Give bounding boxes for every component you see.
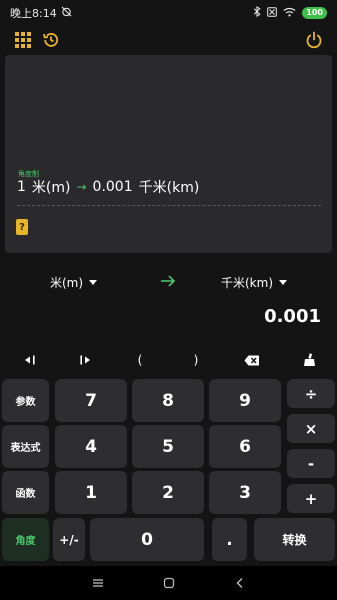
menu-nav-icon[interactable] bbox=[89, 574, 107, 592]
back-nav-icon[interactable] bbox=[231, 574, 249, 592]
digit-9-button[interactable]: 9 bbox=[209, 379, 281, 422]
divide-button[interactable]: ÷ bbox=[287, 379, 335, 408]
digit-5-button[interactable]: 5 bbox=[132, 425, 204, 468]
digit-0-button[interactable]: 0 bbox=[90, 518, 204, 561]
to-unit-dropdown[interactable]: 千米(km) bbox=[221, 274, 288, 291]
cursor-left-button[interactable] bbox=[15, 348, 45, 372]
help-button[interactable]: ? bbox=[16, 219, 28, 235]
bluetooth-icon bbox=[253, 5, 261, 20]
from-unit-dropdown[interactable]: 米(m) bbox=[50, 274, 98, 291]
divider bbox=[17, 205, 321, 206]
output-unit: 千米(km) bbox=[138, 180, 200, 196]
to-unit-label: 千米(km) bbox=[221, 275, 274, 290]
digit-1-button[interactable]: 1 bbox=[55, 471, 127, 514]
status-bar: 晚上8:14 100 bbox=[0, 0, 337, 26]
function-row: ( ) bbox=[0, 348, 337, 372]
cursor-right-button[interactable] bbox=[70, 348, 100, 372]
unit-selector-row: 米(m) 千米(km) bbox=[0, 268, 337, 296]
convert-button[interactable]: 转换 bbox=[254, 518, 335, 561]
input-unit: 米(m) bbox=[31, 180, 71, 196]
power-icon[interactable] bbox=[303, 29, 325, 51]
input-value: 1 bbox=[17, 179, 26, 195]
status-time: 晚上8:14 bbox=[10, 7, 57, 20]
system-nav-bar bbox=[0, 566, 337, 600]
history-icon[interactable] bbox=[40, 29, 62, 51]
output-value: 0.001 bbox=[92, 179, 133, 195]
digit-7-button[interactable]: 7 bbox=[55, 379, 127, 422]
top-toolbar bbox=[0, 28, 337, 52]
multiply-button[interactable]: × bbox=[287, 414, 335, 443]
angle-button[interactable]: 角度 bbox=[2, 518, 49, 561]
swap-arrow-icon[interactable] bbox=[160, 273, 176, 292]
digit-2-button[interactable]: 2 bbox=[132, 471, 204, 514]
conversion-expression: 1 米(m) → 0.001 千米(km) bbox=[17, 177, 199, 197]
digit-6-button[interactable]: 6 bbox=[209, 425, 281, 468]
sim-icon bbox=[267, 6, 278, 20]
plus-button[interactable]: + bbox=[287, 484, 335, 513]
digit-3-button[interactable]: 3 bbox=[209, 471, 281, 514]
backspace-button[interactable] bbox=[237, 348, 267, 372]
caret-down-icon bbox=[279, 279, 288, 285]
minus-button[interactable]: - bbox=[287, 449, 335, 478]
functions-button[interactable]: 函数 bbox=[2, 471, 49, 514]
wifi-icon bbox=[283, 7, 296, 20]
alarm-off-icon bbox=[61, 6, 72, 20]
result-value: 0.001 bbox=[264, 306, 321, 327]
from-unit-label: 米(m) bbox=[50, 275, 84, 290]
digit-4-button[interactable]: 4 bbox=[55, 425, 127, 468]
arrow-right-icon: → bbox=[76, 180, 87, 194]
decimal-point-button[interactable]: . bbox=[212, 518, 247, 561]
grid-menu-icon[interactable] bbox=[12, 29, 34, 51]
expression-button[interactable]: 表达式 bbox=[2, 425, 49, 468]
caret-down-icon bbox=[89, 279, 98, 285]
digit-8-button[interactable]: 8 bbox=[132, 379, 204, 422]
plus-minus-button[interactable]: +/- bbox=[53, 518, 85, 561]
clear-broom-button[interactable] bbox=[294, 348, 324, 372]
battery-indicator: 100 bbox=[302, 7, 327, 19]
close-paren-button[interactable]: ) bbox=[181, 348, 211, 372]
open-paren-button[interactable]: ( bbox=[125, 348, 155, 372]
home-nav-icon[interactable] bbox=[160, 574, 178, 592]
params-button[interactable]: 参数 bbox=[2, 379, 49, 422]
display-panel: 角度制 1 米(m) → 0.001 千米(km) ? bbox=[5, 55, 332, 253]
